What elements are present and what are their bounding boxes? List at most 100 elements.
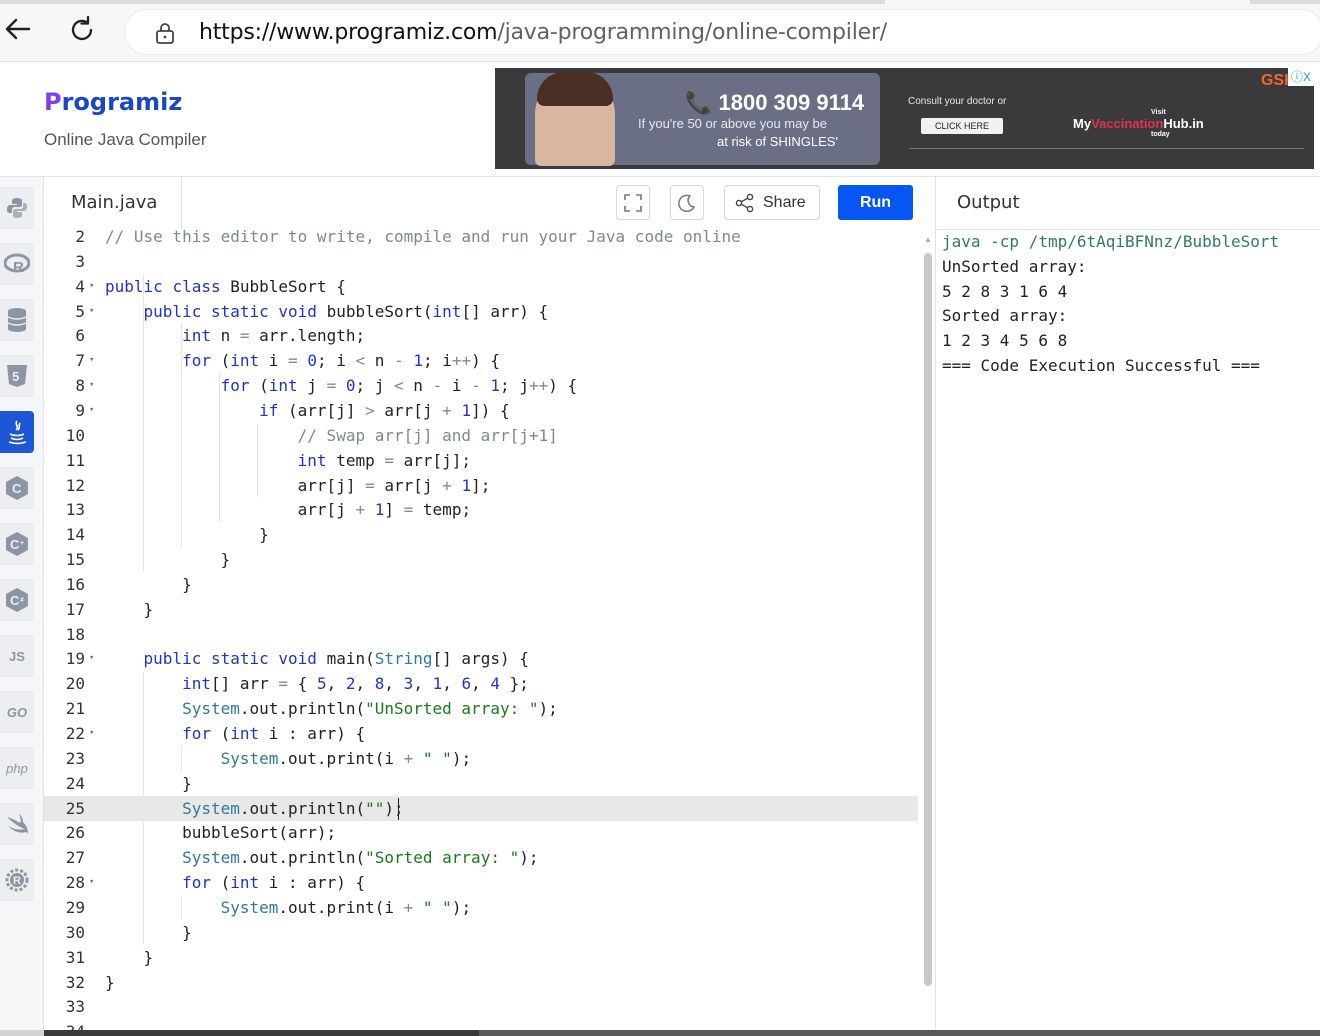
code-line[interactable]: 31 } (44, 945, 918, 970)
code-line[interactable]: 7 ▾ for (int i = 0; i < n - 1; i++) { (44, 348, 918, 373)
ad-text-line2: at risk of SHINGLES' (717, 134, 838, 149)
python-icon (7, 198, 27, 218)
lang-cpp-button[interactable]: C + (0, 523, 34, 565)
code-line[interactable]: 13 arr[j + 1] = temp; (44, 497, 918, 522)
back-button[interactable] (2, 14, 34, 46)
lang-java-button[interactable] (0, 411, 34, 453)
java-icon (8, 420, 27, 445)
code-line[interactable]: 24 } (44, 771, 918, 796)
svg-text:5: 5 (12, 369, 19, 384)
line-number: 23 (65, 748, 85, 768)
fold-toggle-icon[interactable]: ▾ (89, 870, 94, 895)
code-line[interactable]: 21 System.out.println("UnSorted array: "… (44, 696, 918, 721)
line-number: 26 (65, 823, 85, 843)
code-line[interactable]: 19 ▾ public static void main(String[] arg… (44, 646, 918, 671)
output-line: === Code Execution Successful === (942, 356, 1260, 375)
line-number: 29 (65, 897, 85, 917)
code-line[interactable]: 23 System.out.print(i + " "); (44, 746, 918, 771)
line-number: 17 (65, 599, 85, 619)
output-panel: Output java -cp /tmp/6tAqiBFNnz/BubbleSo… (935, 177, 1320, 1030)
lang-js-button[interactable]: JS (0, 635, 34, 677)
code-text: for (int i = 0; i < n - 1; i++) { (182, 351, 501, 371)
sql-icon (7, 308, 27, 332)
code-line[interactable]: 33 (44, 994, 918, 1019)
code-line[interactable]: 18 (44, 622, 918, 647)
scroll-up-arrow[interactable]: ▲ (924, 235, 932, 244)
fullscreen-icon (624, 193, 642, 212)
code-line[interactable]: 27 System.out.println("Sorted array: "); (44, 845, 918, 870)
advertisement-banner[interactable]: 📞 1800 309 9114 If you're 50 or above yo… (495, 68, 1314, 169)
ad-text-line1: If you're 50 or above you may be (638, 116, 827, 131)
code-line[interactable]: 4 ▾ public class BubbleSort { (44, 274, 918, 299)
lang-rust-button[interactable]: R (0, 859, 34, 901)
code-line[interactable]: 34 (44, 1019, 918, 1030)
code-text: if (arr[j] > arr[j + 1]) { (259, 400, 510, 420)
svg-text:+: + (20, 540, 24, 547)
swift-icon (7, 814, 28, 834)
share-button[interactable]: Share (724, 185, 820, 220)
address-bar[interactable]: https://www.programiz.com/java-programmi… (124, 9, 1320, 55)
code-line[interactable]: 32} (44, 970, 918, 995)
lang-sql-button[interactable] (0, 299, 34, 341)
code-line[interactable]: 17 } (44, 597, 918, 622)
line-number: 3 (75, 251, 85, 271)
code-line[interactable]: 11 int temp = arr[j]; (44, 448, 918, 473)
code-line[interactable]: 6 int n = arr.length; (44, 323, 918, 348)
logo-text: rogramiz (61, 88, 183, 116)
lang-c-button[interactable]: C (0, 467, 34, 509)
fold-toggle-icon[interactable]: ▾ (89, 299, 94, 324)
code-line[interactable]: 29 System.out.print(i + " "); (44, 895, 918, 920)
fold-toggle-icon[interactable]: ▾ (89, 721, 94, 746)
code-line[interactable]: 28 ▾ for (int i : arr) { (44, 870, 918, 895)
url-host: https://www.programiz.com (199, 20, 498, 45)
csharp-icon: C # (6, 588, 28, 612)
fold-toggle-icon[interactable]: ▾ (89, 398, 94, 423)
reload-button[interactable] (66, 14, 98, 46)
lang-r-button[interactable]: R (0, 243, 34, 285)
code-line[interactable]: 8 ▾ for (int j = 0; j < n - i - 1; j++) { (44, 373, 918, 398)
fold-toggle-icon[interactable]: ▾ (89, 646, 94, 671)
tab-main-java[interactable]: Main.java (44, 177, 182, 229)
code-line[interactable]: 10 // Swap arr[j] and arr[j+1] (44, 423, 918, 448)
run-button[interactable]: Run (838, 185, 913, 220)
editor-vertical-scrollbar[interactable] (924, 253, 932, 986)
fullscreen-button[interactable] (616, 185, 650, 220)
code-line[interactable]: 14 } (44, 522, 918, 547)
code-editor[interactable]: ▲ 2 // Use this editor to write, compile … (44, 229, 935, 1030)
code-line[interactable]: 25 System.out.println(""); (44, 795, 918, 821)
code-line[interactable]: 22 ▾ for (int i : arr) { (44, 721, 918, 746)
code-line[interactable]: 2 // Use this editor to write, compile an… (44, 229, 918, 249)
ad-brand-my: My (1073, 116, 1092, 131)
code-line[interactable]: 12 arr[j] = arr[j + 1]; (44, 473, 918, 498)
lang-html-button[interactable]: 5 (0, 355, 34, 397)
code-line[interactable]: 5 ▾ public static void bubbleSort(int[] a… (44, 299, 918, 324)
code-line[interactable]: 9 ▾ if (arr[j] > arr[j + 1]) { (44, 398, 918, 423)
ad-click-here-button[interactable]: CLICK HERE (921, 118, 1003, 134)
programiz-logo[interactable]: Programiz (44, 88, 182, 116)
lang-csharp-button[interactable]: C # (0, 579, 34, 621)
code-line[interactable]: 15 } (44, 547, 918, 572)
line-number: 6 (75, 326, 85, 346)
code-line[interactable]: 3 (44, 249, 918, 274)
fold-toggle-icon[interactable]: ▾ (89, 274, 94, 299)
r-icon: R (4, 253, 30, 275)
fold-toggle-icon[interactable]: ▾ (89, 373, 94, 398)
code-line[interactable]: 16 } (44, 572, 918, 597)
code-text: } (105, 525, 269, 545)
code-line[interactable]: 26 bubbleSort(arr); (44, 820, 918, 845)
site-header: Programiz Online Java Compiler 📞 1800 30… (0, 62, 1320, 177)
ad-choices-close[interactable]: ⓘX (1288, 68, 1314, 86)
url-path: /java-programming/online-compiler/ (497, 20, 888, 45)
fold-toggle-icon[interactable]: ▾ (89, 348, 94, 373)
lang-php-button[interactable]: php (0, 747, 34, 789)
theme-toggle-button[interactable] (670, 185, 704, 220)
lock-icon[interactable] (155, 22, 175, 44)
ad-person-hair (537, 72, 613, 106)
lang-go-button[interactable]: GO (0, 691, 34, 733)
ad-brand: Visit MyVaccinationHub.in today (1073, 109, 1204, 138)
code-line[interactable]: 20 int[] arr = { 5, 2, 8, 3, 1, 6, 4 }; (44, 671, 918, 696)
line-number: 11 (65, 450, 85, 470)
lang-python-button[interactable] (0, 187, 34, 229)
code-line[interactable]: 30 } (44, 920, 918, 945)
lang-swift-button[interactable] (0, 803, 34, 845)
